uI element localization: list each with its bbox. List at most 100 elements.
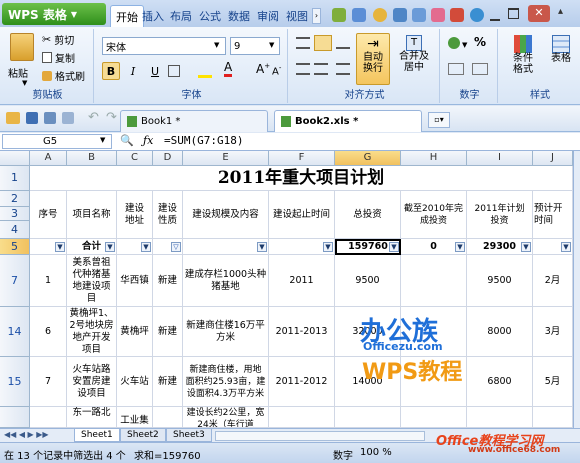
bulb-icon[interactable] xyxy=(373,8,387,22)
heart-icon[interactable] xyxy=(450,8,464,22)
header-cell[interactable]: 建设 地址 xyxy=(117,191,153,239)
table-cell[interactable]: 5月 xyxy=(533,357,573,407)
shirt-icon[interactable] xyxy=(352,8,366,22)
header-cell[interactable]: 建设 性质 xyxy=(153,191,183,239)
table-cell[interactable]: 2011 xyxy=(269,255,335,307)
table-cell[interactable]: 2011-2013 xyxy=(269,307,335,357)
filter-dropdown-icon[interactable]: ▼ xyxy=(521,242,531,252)
cut-button[interactable]: ✂ 剪切 xyxy=(42,32,74,47)
table-cell[interactable]: 7 xyxy=(30,357,67,407)
column-header[interactable]: B xyxy=(67,151,117,166)
header-cell[interactable]: 序号 xyxy=(30,191,67,239)
tab-formula[interactable]: 公式 xyxy=(194,5,226,27)
currency-icon[interactable] xyxy=(448,37,460,49)
bold-button[interactable]: B xyxy=(102,62,120,80)
vertical-scrollbar[interactable] xyxy=(573,151,580,428)
table-cell[interactable]: 火车站 xyxy=(117,357,153,407)
table-cell[interactable]: 6800 xyxy=(467,357,533,407)
row-header[interactable]: 2 xyxy=(0,191,30,207)
table-cell[interactable] xyxy=(335,407,401,428)
table-cell[interactable]: 黄桷坪 xyxy=(117,307,153,357)
share-icon[interactable] xyxy=(332,8,346,22)
paste-button[interactable]: 粘贴 xyxy=(8,65,28,80)
app-menu-button[interactable]: WPS 表格 ▼ xyxy=(2,3,106,25)
filter-dropdown-icon[interactable]: ▼ xyxy=(323,242,333,252)
row-header[interactable]: 4 xyxy=(0,221,30,239)
zoom-icon[interactable]: 🔍 xyxy=(120,134,134,147)
tab-layout[interactable]: 布局 xyxy=(165,5,197,27)
sheet-tab[interactable]: Sheet2 xyxy=(120,429,166,442)
conditional-format-button[interactable]: 条件 格式 xyxy=(506,33,540,85)
table-style-button[interactable]: 表格 xyxy=(544,33,578,85)
chevron-down-icon[interactable]: ▼ xyxy=(462,41,467,49)
redo-icon[interactable]: ↷ xyxy=(106,110,117,125)
table-cell[interactable]: 9500 xyxy=(467,255,533,307)
filter-dropdown-icon[interactable]: ▼ xyxy=(141,242,151,252)
table-cell[interactable] xyxy=(30,407,67,428)
sheet-title[interactable]: 2011年重大项目计划 xyxy=(30,166,573,191)
help-icon[interactable] xyxy=(470,8,484,22)
filter-dropdown-icon[interactable]: ▼ xyxy=(105,242,115,252)
wrap-text-button[interactable]: ⇥ 自动 换行 xyxy=(356,33,390,85)
table-cell[interactable]: 新建 xyxy=(153,307,183,357)
preview-icon[interactable] xyxy=(62,112,74,124)
decrease-decimal-icon[interactable] xyxy=(472,63,488,75)
paste-icon[interactable] xyxy=(10,33,34,61)
name-box[interactable]: G5 xyxy=(2,134,112,149)
row-header-filtered[interactable]: 14 xyxy=(0,307,30,357)
underline-button[interactable]: U xyxy=(146,62,164,80)
row-header[interactable]: 3 xyxy=(0,207,30,221)
header-cell[interactable]: 截至2010年完 成投资 xyxy=(401,191,467,239)
header-cell[interactable]: 项目名称 xyxy=(67,191,117,239)
select-all-corner[interactable] xyxy=(0,151,30,166)
row-header[interactable] xyxy=(0,407,30,428)
save-icon[interactable] xyxy=(26,112,38,124)
table-cell[interactable]: 东一路北 xyxy=(67,407,117,428)
align-left-icon[interactable] xyxy=(296,63,310,75)
table-cell[interactable] xyxy=(269,407,335,428)
align-bottom-icon[interactable] xyxy=(336,37,350,49)
percent-button[interactable]: % xyxy=(474,35,486,49)
table-cell[interactable] xyxy=(401,407,467,428)
table-cell[interactable]: 新建 xyxy=(153,357,183,407)
column-header[interactable]: I xyxy=(467,151,533,166)
table-cell[interactable]: 2月 xyxy=(533,255,573,307)
close-icon[interactable]: ✕ xyxy=(528,5,550,22)
header-cell[interactable]: 2011年计划 投资 xyxy=(467,191,533,239)
table-cell[interactable]: 建成存栏1000头种 猪基地 xyxy=(183,255,269,307)
align-center-icon[interactable] xyxy=(314,63,328,75)
table-cell[interactable]: 美系曾祖 代种猪基 地建设项 目 xyxy=(67,255,117,307)
doc-tab-book1[interactable]: Book1 * xyxy=(120,110,268,132)
table-cell[interactable] xyxy=(401,255,467,307)
align-top-icon[interactable] xyxy=(296,37,310,49)
home-icon[interactable] xyxy=(393,8,407,22)
table-cell[interactable]: 火车站路 安置房建 设项目 xyxy=(67,357,117,407)
tab-data[interactable]: 数据 xyxy=(223,5,255,27)
filter-dropdown-icon[interactable]: ▼ xyxy=(561,242,571,252)
table-cell[interactable]: 工业集 xyxy=(117,407,153,428)
column-header[interactable]: J xyxy=(533,151,573,166)
table-cell[interactable]: 9500 xyxy=(335,255,401,307)
back-icon[interactable] xyxy=(412,8,426,22)
row-header-filtered[interactable]: 7 xyxy=(0,255,30,307)
table-cell[interactable]: 2011-2012 xyxy=(269,357,335,407)
column-header[interactable]: A xyxy=(30,151,67,166)
horizontal-scrollbar[interactable] xyxy=(215,431,425,441)
filter-dropdown-icon[interactable]: ▼ xyxy=(257,242,267,252)
filter-dropdown-icon[interactable]: ▼ xyxy=(55,242,65,252)
copy-button[interactable]: 复制 xyxy=(42,50,75,65)
column-header[interactable]: D xyxy=(153,151,183,166)
table-cell[interactable]: 建设长约2公里，宽 24米（车行道 xyxy=(183,407,269,428)
spreadsheet-grid[interactable]: A B C D E F G H I J 1 2 3 4 5 7 14 15 20… xyxy=(0,151,580,428)
row-header-filtered[interactable]: 15 xyxy=(0,357,30,407)
align-right-icon[interactable] xyxy=(336,63,350,75)
table-cell[interactable]: 华西镇 xyxy=(117,255,153,307)
row-header[interactable]: 1 xyxy=(0,166,30,191)
minimize-icon[interactable] xyxy=(490,9,500,21)
user-icon[interactable] xyxy=(431,8,445,22)
tab-view[interactable]: 视图 xyxy=(281,5,313,27)
table-cell[interactable]: 3月 xyxy=(533,307,573,357)
column-header[interactable]: H xyxy=(401,151,467,166)
open-folder-icon[interactable] xyxy=(6,112,20,124)
filter-dropdown-icon[interactable]: ▼ xyxy=(389,242,399,252)
